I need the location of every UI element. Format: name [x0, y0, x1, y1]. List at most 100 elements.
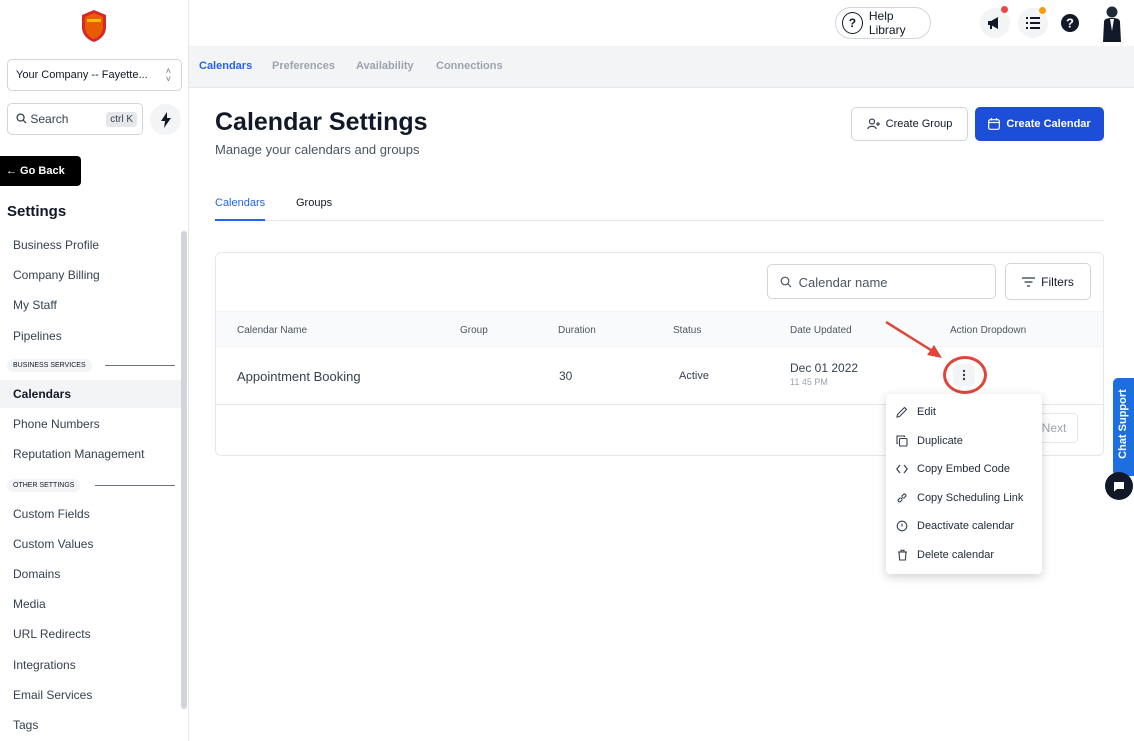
- sidebar-item-custom-values[interactable]: Custom Values: [0, 530, 182, 558]
- sidebar-item-business-profile[interactable]: Business Profile: [0, 231, 182, 259]
- notification-dot: [1001, 6, 1008, 13]
- table-header: Calendar Name Group Duration Status Date…: [216, 311, 1103, 347]
- create-group-button[interactable]: Create Group: [851, 107, 968, 141]
- help-library-label: Help Library: [868, 9, 906, 37]
- menu-item-copy-scheduling-link[interactable]: Copy Scheduling Link: [886, 484, 1042, 512]
- sidebar-search[interactable]: Search ctrl K: [7, 103, 143, 135]
- sidebar-item-custom-fields[interactable]: Custom Fields: [0, 500, 182, 528]
- section-other-settings: OTHER SETTINGS: [7, 479, 175, 492]
- sidebar-item-tags[interactable]: Tags: [0, 711, 182, 739]
- calendar-icon: [988, 118, 1001, 130]
- subtab-preferences[interactable]: Preferences: [272, 60, 335, 72]
- link-icon: [895, 491, 909, 505]
- sidebar-item-phone-numbers[interactable]: Phone Numbers: [0, 410, 182, 438]
- action-dropdown-button[interactable]: [953, 364, 975, 386]
- menu-item-copy-embed-code[interactable]: Copy Embed Code: [886, 455, 1042, 483]
- menu-item-label: Delete calendar: [917, 549, 995, 561]
- column-header: Duration: [558, 325, 596, 336]
- date-updated-cell: Dec 01 2022: [790, 361, 859, 375]
- column-header: Date Updated: [790, 325, 852, 336]
- divider: [105, 365, 175, 366]
- chat-bubble-button[interactable]: [1105, 472, 1133, 500]
- notification-dot: [1039, 7, 1046, 14]
- menu-item-label: Duplicate: [917, 435, 963, 447]
- quick-actions-button[interactable]: [150, 104, 181, 135]
- chat-support-tab[interactable]: Chat Support: [1113, 378, 1134, 476]
- subtab-calendars[interactable]: Calendars: [199, 60, 252, 72]
- chat-icon: [1114, 481, 1124, 491]
- filters-button[interactable]: Filters: [1005, 263, 1091, 300]
- divider: [95, 485, 175, 486]
- lightning-icon: [160, 111, 171, 128]
- time-updated-cell: 11 45 PM: [790, 377, 828, 387]
- help-button[interactable]: ?: [1055, 8, 1085, 38]
- svg-text:?: ?: [1066, 16, 1074, 31]
- sidebar-item-calendars[interactable]: Calendars: [0, 380, 182, 408]
- add-user-icon: [866, 118, 880, 130]
- column-header: Calendar Name: [237, 325, 308, 336]
- tab-calendars[interactable]: Calendars: [215, 197, 266, 221]
- menu-item-label: Deactivate calendar: [917, 520, 1015, 532]
- annotation-arrow: [885, 320, 942, 358]
- sidebar-item-my-staff[interactable]: My Staff: [0, 291, 182, 319]
- filter-icon: [1022, 276, 1036, 287]
- sidebar-item-url-redirects[interactable]: URL Redirects: [0, 620, 182, 648]
- page-subtitle: Manage your calendars and groups: [215, 142, 420, 157]
- column-header: Status: [673, 325, 702, 336]
- action-dropdown-menu: Edit Duplicate Copy Embed Code Copy Sche…: [886, 394, 1042, 574]
- status-cell: Active: [679, 370, 709, 382]
- top-header: ? Help Library ?: [189, 0, 1134, 46]
- menu-item-label: Edit: [917, 406, 936, 418]
- calendar-name-cell[interactable]: Appointment Booking: [237, 369, 361, 384]
- question-icon: ?: [842, 12, 863, 34]
- updown-chevron-icon: ˄ ˅: [165, 66, 171, 84]
- menu-item-edit[interactable]: Edit: [886, 398, 1042, 426]
- sidebar-item-domains[interactable]: Domains: [0, 560, 182, 588]
- section-label: OTHER SETTINGS: [7, 479, 81, 492]
- duration-cell: 30: [559, 369, 573, 383]
- clock-icon: [895, 519, 909, 533]
- announcements-button[interactable]: [980, 6, 1010, 38]
- filters-label: Filters: [1041, 274, 1074, 289]
- user-avatar[interactable]: [1097, 4, 1127, 42]
- sidebar: Your Company -- Fayette... ˄ ˅ Search ctr…: [0, 0, 189, 741]
- company-logo[interactable]: [81, 9, 107, 43]
- help-library-button[interactable]: ? Help Library: [835, 7, 931, 39]
- menu-item-deactivate-calendar[interactable]: Deactivate calendar: [886, 512, 1042, 540]
- tab-groups[interactable]: Groups: [296, 197, 332, 221]
- create-calendar-button[interactable]: Create Calendar: [975, 107, 1104, 141]
- search-placeholder: Calendar name: [798, 275, 888, 290]
- settings-heading: Settings: [7, 203, 67, 220]
- megaphone-icon: [988, 17, 998, 29]
- column-header: Action Dropdown: [950, 325, 1027, 336]
- copy-icon: [895, 434, 909, 448]
- section-business-services: BUSINESS SERVICES: [7, 359, 175, 372]
- sidebar-item-pipelines[interactable]: Pipelines: [0, 322, 182, 350]
- subtab-connections[interactable]: Connections: [436, 60, 503, 72]
- calendar-tabs: Calendars Groups: [215, 196, 1104, 221]
- create-calendar-label: Create Calendar: [1006, 118, 1091, 130]
- tasks-button[interactable]: [1018, 7, 1048, 38]
- menu-item-label: Copy Scheduling Link: [917, 492, 1024, 504]
- sidebar-scrollbar[interactable]: [181, 231, 187, 709]
- menu-item-duplicate[interactable]: Duplicate: [886, 427, 1042, 455]
- menu-item-delete-calendar[interactable]: Delete calendar: [886, 541, 1042, 569]
- sidebar-item-email-services[interactable]: Email Services: [0, 681, 182, 709]
- search-icon: [780, 276, 792, 288]
- create-group-label: Create Group: [885, 118, 953, 130]
- company-selector[interactable]: Your Company -- Fayette... ˄ ˅: [7, 59, 182, 91]
- column-header: Group: [460, 325, 488, 336]
- sidebar-item-reputation-management[interactable]: Reputation Management: [0, 440, 182, 468]
- pencil-icon: [895, 405, 909, 419]
- menu-item-label: Copy Embed Code: [917, 463, 1010, 475]
- subtab-availability[interactable]: Availability: [356, 60, 414, 72]
- go-back-button[interactable]: ← Go Back: [0, 156, 81, 186]
- code-icon: [895, 462, 909, 476]
- company-name: Your Company -- Fayette...: [16, 69, 148, 81]
- sidebar-item-media[interactable]: Media: [0, 590, 182, 618]
- sidebar-item-company-billing[interactable]: Company Billing: [0, 261, 182, 289]
- settings-subnav: Calendars Preferences Availability Conne…: [189, 46, 1134, 88]
- sidebar-item-integrations[interactable]: Integrations: [0, 651, 182, 679]
- more-vertical-icon: [962, 369, 966, 381]
- calendar-search-input[interactable]: Calendar name: [767, 264, 996, 299]
